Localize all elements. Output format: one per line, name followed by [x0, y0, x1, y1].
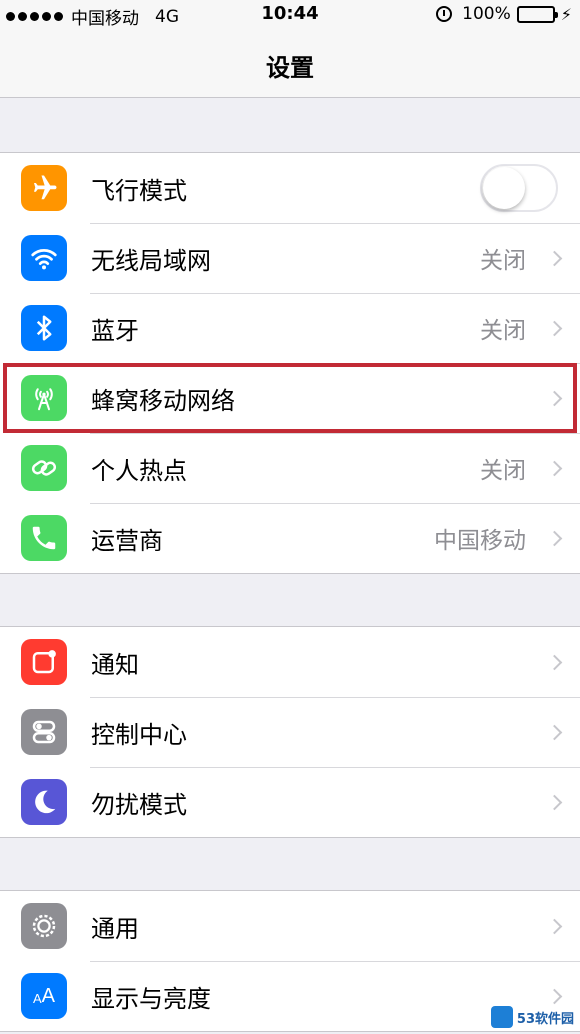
navigation-bar: 设置 — [0, 30, 580, 98]
moon-icon — [21, 779, 67, 825]
bluetooth-icon — [21, 305, 67, 351]
row-label: 蜂窝移动网络 — [91, 386, 235, 415]
row-label: 控制中心 — [91, 720, 187, 749]
signal-strength-icon — [6, 12, 63, 21]
watermark: 53软件园 — [490, 1006, 574, 1028]
battery-percent: 100% — [462, 4, 511, 24]
display-icon: AA — [21, 973, 67, 1019]
airplane-icon — [21, 165, 67, 211]
settings-group-notifications: 通知 控制中心 勿扰模式 — [0, 626, 580, 838]
notifications-icon — [21, 639, 67, 685]
row-value: 关闭 — [480, 458, 526, 484]
row-label: 显示与亮度 — [91, 984, 211, 1013]
chevron-right-icon — [546, 918, 563, 934]
settings-row-do-not-disturb[interactable]: 勿扰模式 — [0, 767, 580, 837]
status-bar: 中国移动 4G 10:44 100% ⚡ — [0, 0, 580, 30]
settings-row-control-center[interactable]: 控制中心 — [0, 697, 580, 767]
row-label: 无线局域网 — [91, 246, 211, 275]
row-value: 关闭 — [480, 248, 526, 274]
chevron-right-icon — [546, 320, 563, 336]
battery-icon — [516, 5, 558, 23]
row-label: 飞行模式 — [91, 176, 187, 205]
status-right: 100% ⚡ — [436, 4, 572, 24]
charging-icon: ⚡ — [560, 4, 572, 24]
settings-row-personal-hotspot[interactable]: 个人热点 关闭 — [0, 433, 580, 503]
chevron-right-icon — [546, 530, 563, 546]
cellular-icon — [21, 375, 67, 421]
gear-icon — [21, 903, 67, 949]
control-center-icon — [21, 709, 67, 755]
airplane-mode-toggle[interactable] — [480, 164, 558, 212]
settings-row-airplane-mode: 飞行模式 — [0, 153, 580, 223]
row-label: 个人热点 — [91, 456, 187, 485]
settings-row-general[interactable]: 通用 — [0, 891, 580, 961]
page-title: 设置 — [266, 54, 314, 82]
row-value: 中国移动 — [434, 528, 526, 554]
chevron-right-icon — [546, 794, 563, 810]
row-label: 勿扰模式 — [91, 790, 187, 819]
wifi-icon — [21, 235, 67, 281]
status-left: 中国移动 4G — [6, 4, 179, 29]
settings-row-notifications[interactable]: 通知 — [0, 627, 580, 697]
phone-icon — [21, 515, 67, 561]
chevron-right-icon — [546, 724, 563, 740]
carrier-name: 中国移动 — [71, 9, 139, 29]
row-label: 蓝牙 — [91, 316, 139, 345]
row-label: 通用 — [91, 914, 139, 943]
watermark-text: 53软件园 — [516, 1011, 574, 1027]
row-value: 关闭 — [480, 318, 526, 344]
chevron-right-icon — [546, 390, 563, 406]
settings-group-connectivity: 飞行模式 无线局域网 关闭 蓝牙 关闭 蜂窝移动网络 个人热点 关闭 运营商 中… — [0, 152, 580, 574]
chevron-right-icon — [546, 988, 563, 1004]
settings-row-bluetooth[interactable]: 蓝牙 关闭 — [0, 293, 580, 363]
alarm-icon — [436, 6, 453, 22]
chevron-right-icon — [546, 654, 563, 670]
chevron-right-icon — [546, 460, 563, 476]
network-type: 4G — [155, 6, 179, 27]
settings-row-carrier[interactable]: 运营商 中国移动 — [0, 503, 580, 573]
chevron-right-icon — [546, 250, 563, 266]
settings-row-wifi[interactable]: 无线局域网 关闭 — [0, 223, 580, 293]
row-label: 通知 — [91, 650, 139, 679]
row-label: 运营商 — [91, 526, 163, 555]
hotspot-icon — [21, 445, 67, 491]
watermark-logo — [490, 1006, 513, 1028]
settings-row-cellular[interactable]: 蜂窝移动网络 — [0, 363, 580, 433]
